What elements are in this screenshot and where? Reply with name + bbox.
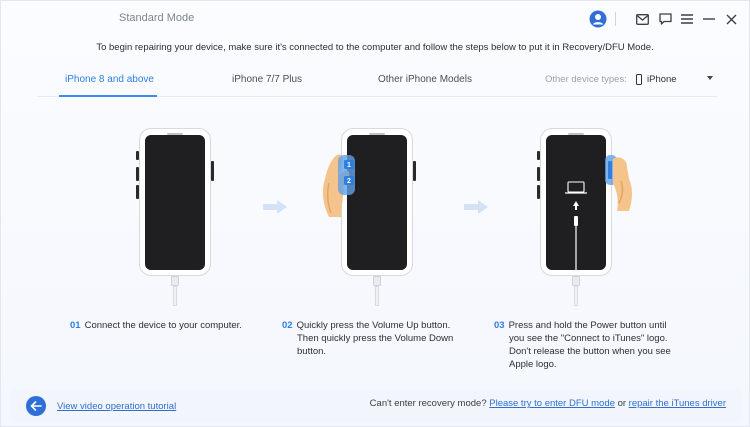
lightning-cable bbox=[572, 276, 580, 306]
footer-bar: View video operation tutorial Can't ente… bbox=[11, 389, 741, 423]
svg-text:1: 1 bbox=[347, 162, 351, 169]
tab-iphone-8-and-above[interactable]: iPhone 8 and above bbox=[65, 74, 154, 85]
lightning-cable bbox=[171, 276, 179, 306]
volume-up-button bbox=[537, 167, 540, 181]
connect-to-itunes-graphic bbox=[565, 181, 587, 275]
hand-icon: 1 2 bbox=[322, 154, 355, 217]
phone-speaker bbox=[167, 133, 183, 135]
title-bar: Standard Mode bbox=[1, 1, 749, 37]
step-text: Press and hold the Power button until bbox=[508, 320, 667, 331]
step-text: Connect the device to your computer. bbox=[84, 320, 242, 331]
step-text: button. bbox=[297, 346, 327, 357]
titlebar-separator bbox=[615, 12, 616, 26]
step-text: Then quickly press the Volume Down bbox=[297, 333, 454, 344]
device-tabs: iPhone 8 and above iPhone 7/7 Plus Other… bbox=[37, 63, 717, 97]
tab-iphone-7-plus[interactable]: iPhone 7/7 Plus bbox=[232, 74, 302, 85]
power-button bbox=[211, 161, 214, 181]
step-text: you see the "Connect to iTunes" logo. bbox=[509, 333, 668, 344]
close-icon[interactable] bbox=[721, 9, 741, 29]
device-type-select[interactable]: iPhone bbox=[633, 71, 717, 89]
up-arrow-icon bbox=[573, 201, 579, 210]
step-arrow-icon bbox=[464, 200, 488, 214]
phone-icon bbox=[636, 74, 642, 85]
tab-other-iphone-models[interactable]: Other iPhone Models bbox=[378, 74, 472, 85]
power-button bbox=[413, 161, 416, 181]
svg-text:2: 2 bbox=[347, 178, 351, 185]
menu-icon[interactable] bbox=[677, 9, 697, 29]
phone-illustration-step-1 bbox=[139, 128, 211, 276]
active-tab-indicator bbox=[59, 95, 157, 97]
step-1: 01 Connect the device to your computer. bbox=[70, 319, 242, 332]
dfu-mode-link[interactable]: Please try to enter DFU mode bbox=[489, 398, 615, 409]
phone-speaker bbox=[369, 133, 385, 135]
mute-switch bbox=[136, 151, 139, 160]
instruction-text: To begin repairing your device, make sur… bbox=[96, 42, 654, 53]
mail-icon[interactable] bbox=[632, 9, 652, 29]
volume-down-button bbox=[537, 185, 540, 199]
step-2: 02 Quickly press the Volume Up button. Th… bbox=[282, 319, 453, 358]
minimize-icon[interactable] bbox=[699, 9, 719, 29]
step-number: 02 bbox=[282, 320, 293, 331]
chat-icon[interactable] bbox=[655, 9, 675, 29]
or-text: or bbox=[617, 398, 627, 409]
device-type-value: iPhone bbox=[647, 74, 677, 85]
step-text: Apple logo. bbox=[509, 359, 557, 370]
repair-itunes-driver-link[interactable]: repair the iTunes driver bbox=[629, 398, 726, 409]
other-device-types-label: Other device types: bbox=[545, 74, 627, 85]
video-tutorial-link[interactable]: View video operation tutorial bbox=[57, 401, 176, 412]
step-number: 03 bbox=[494, 320, 505, 331]
step-arrow-icon bbox=[263, 200, 287, 214]
volume-up-button bbox=[136, 167, 139, 181]
laptop-icon bbox=[565, 181, 587, 194]
phone-screen bbox=[145, 135, 205, 270]
recovery-prompt: Can't enter recovery mode? bbox=[369, 398, 487, 409]
caret-down-icon bbox=[707, 76, 713, 80]
user-avatar-icon[interactable] bbox=[588, 9, 608, 29]
window-title: Standard Mode bbox=[119, 12, 195, 24]
step-text: Don't release the button when you see bbox=[509, 346, 671, 357]
step-text: Quickly press the Volume Up button. bbox=[296, 320, 451, 331]
hand-icon bbox=[605, 155, 632, 211]
app-window: Standard Mode To begin repairing your de… bbox=[0, 0, 750, 427]
recovery-help-text: Can't enter recovery mode? Please try to… bbox=[370, 398, 726, 409]
back-arrow-icon bbox=[30, 401, 42, 411]
volume-down-button bbox=[136, 185, 139, 199]
back-button[interactable] bbox=[26, 396, 46, 416]
phone-speaker bbox=[568, 133, 584, 135]
mute-switch bbox=[537, 151, 540, 160]
step-3: 03 Press and hold the Power button until … bbox=[494, 319, 671, 371]
step-number: 01 bbox=[70, 320, 81, 331]
lightning-cable bbox=[373, 276, 381, 306]
